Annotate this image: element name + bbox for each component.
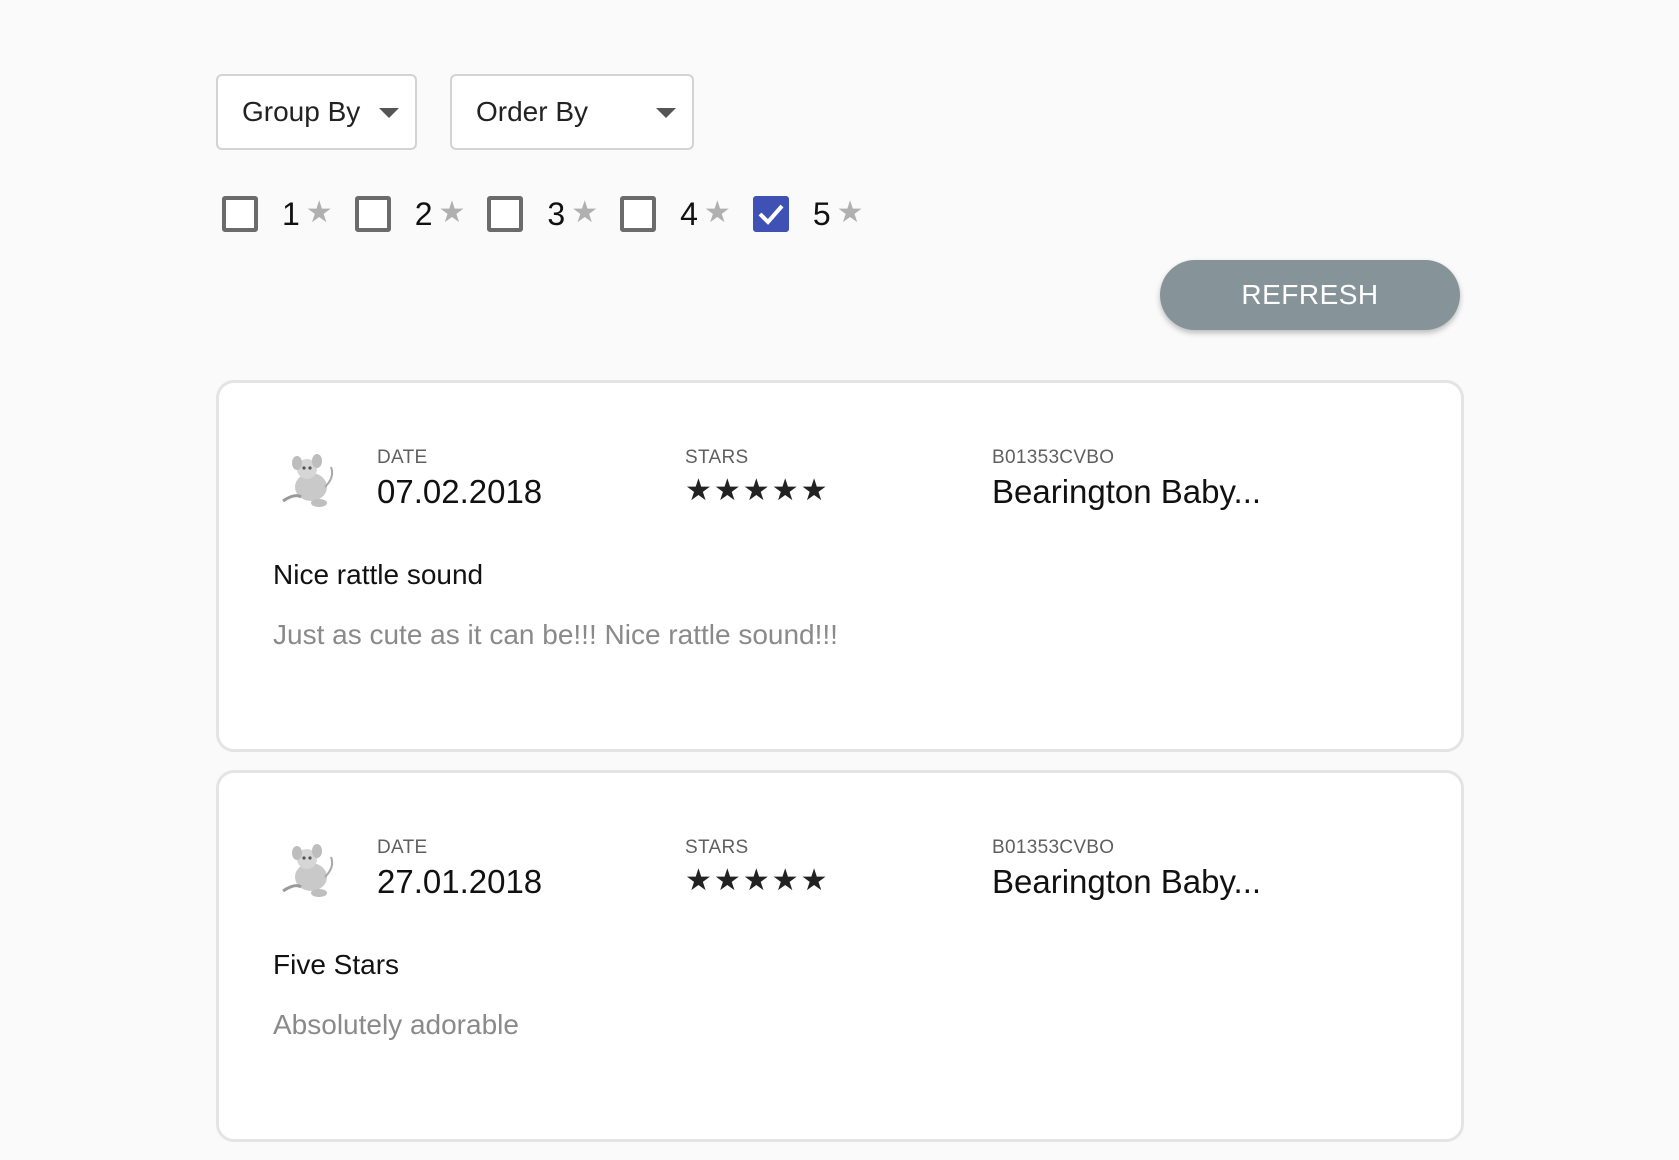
- star-filter-2-label: 2: [414, 195, 433, 232]
- star-filter-4[interactable]: 4 ★: [620, 196, 731, 233]
- product-name: Bearington Baby...: [992, 863, 1262, 900]
- star-filter-1-checkbox[interactable]: [222, 196, 258, 232]
- star-rating: ★★★★★: [685, 863, 830, 898]
- filled-star-icon: ★: [742, 864, 772, 897]
- filled-star-icon: ★: [800, 864, 830, 897]
- star-filter-5-checkbox[interactable]: [752, 196, 789, 232]
- star-filter-1[interactable]: 1 ★: [222, 196, 333, 233]
- filled-star-icon: ★: [685, 474, 714, 507]
- group-by-label: Group By: [242, 96, 361, 127]
- filled-star-icon: ★: [713, 474, 743, 507]
- star-filter-5-label: 5: [812, 195, 831, 232]
- filled-star-icon: ★: [742, 474, 772, 507]
- stars-label: STARS: [685, 447, 749, 468]
- star-filter-2[interactable]: 2 ★: [354, 195, 466, 233]
- product-name: Bearington Baby...: [992, 473, 1262, 510]
- product-thumbnail: [282, 844, 334, 897]
- star-filter-2-checkbox[interactable]: [354, 196, 391, 232]
- caret-down-icon: [656, 108, 676, 118]
- star-filter-3-checkbox[interactable]: [487, 196, 524, 232]
- review-date: 07.02.2018: [377, 473, 543, 510]
- date-label: DATE: [377, 837, 428, 858]
- date-label: DATE: [377, 447, 428, 468]
- product-thumbnail: [282, 454, 334, 507]
- review-date: 27.01.2018: [377, 863, 543, 900]
- review-list: DATE 07.02.2018 STARS ★★★★★ B01353CVBO B…: [216, 380, 1464, 1142]
- review-card: DATE 27.01.2018 STARS ★★★★★ B01353CVBO B…: [216, 770, 1464, 1142]
- star-icon: ★: [836, 195, 864, 229]
- product-id: B01353CVBO: [992, 837, 1115, 858]
- reviews-page: Group By Order By 1 ★ 2 ★ 3 ★ 4 ★ 5 ★ RE…: [216, 74, 1464, 1160]
- star-filter-3[interactable]: 3 ★: [487, 196, 598, 233]
- star-icon: ★: [703, 195, 731, 229]
- order-by-label: Order By: [476, 96, 589, 127]
- review-title: Five Stars: [273, 949, 400, 980]
- refresh-row: REFRESH: [216, 260, 1462, 330]
- filled-star-icon: ★: [685, 864, 714, 897]
- product-id: B01353CVBO: [992, 447, 1115, 468]
- filled-star-icon: ★: [771, 474, 801, 507]
- star-rating: ★★★★★: [685, 473, 830, 508]
- star-rating-filter: 1 ★ 2 ★ 3 ★ 4 ★ 5 ★: [222, 186, 1462, 242]
- review-header: DATE 07.02.2018 STARS ★★★★★ B01353CVBO B…: [275, 447, 1421, 527]
- star-filter-4-checkbox[interactable]: [620, 196, 657, 232]
- review-product-field: B01353CVBO Bearington Baby...: [992, 447, 1261, 511]
- review-stars-field: STARS ★★★★★: [685, 837, 830, 898]
- refresh-button[interactable]: REFRESH: [1160, 260, 1460, 330]
- star-filter-3-label: 3: [547, 195, 566, 232]
- filled-star-icon: ★: [771, 864, 801, 897]
- group-by-select[interactable]: Group By: [216, 74, 417, 150]
- checkmark-icon: [758, 204, 784, 225]
- review-stars-field: STARS ★★★★★: [685, 447, 830, 508]
- filters-row: Group By Order By: [216, 74, 1462, 150]
- star-filter-5[interactable]: 5 ★: [752, 195, 864, 233]
- review-title: Nice rattle sound: [273, 559, 484, 590]
- star-icon: ★: [305, 195, 333, 229]
- stars-label: STARS: [685, 837, 749, 858]
- review-text: Absolutely adorable: [273, 1009, 519, 1040]
- caret-down-icon: [379, 108, 399, 118]
- review-date-field: DATE 27.01.2018: [377, 837, 542, 901]
- review-date-field: DATE 07.02.2018: [377, 447, 542, 511]
- review-text: Just as cute as it can be!!! Nice rattle…: [273, 619, 838, 650]
- review-card: DATE 07.02.2018 STARS ★★★★★ B01353CVBO B…: [216, 380, 1464, 752]
- star-filter-4-label: 4: [680, 195, 698, 232]
- review-header: DATE 27.01.2018 STARS ★★★★★ B01353CVBO B…: [275, 837, 1421, 917]
- filled-star-icon: ★: [800, 474, 830, 507]
- star-filter-1-label: 1: [282, 195, 300, 232]
- star-icon: ★: [571, 195, 599, 229]
- order-by-select[interactable]: Order By: [450, 74, 694, 150]
- review-product-field: B01353CVBO Bearington Baby...: [992, 837, 1261, 901]
- filled-star-icon: ★: [713, 864, 743, 897]
- star-icon: ★: [438, 195, 466, 229]
